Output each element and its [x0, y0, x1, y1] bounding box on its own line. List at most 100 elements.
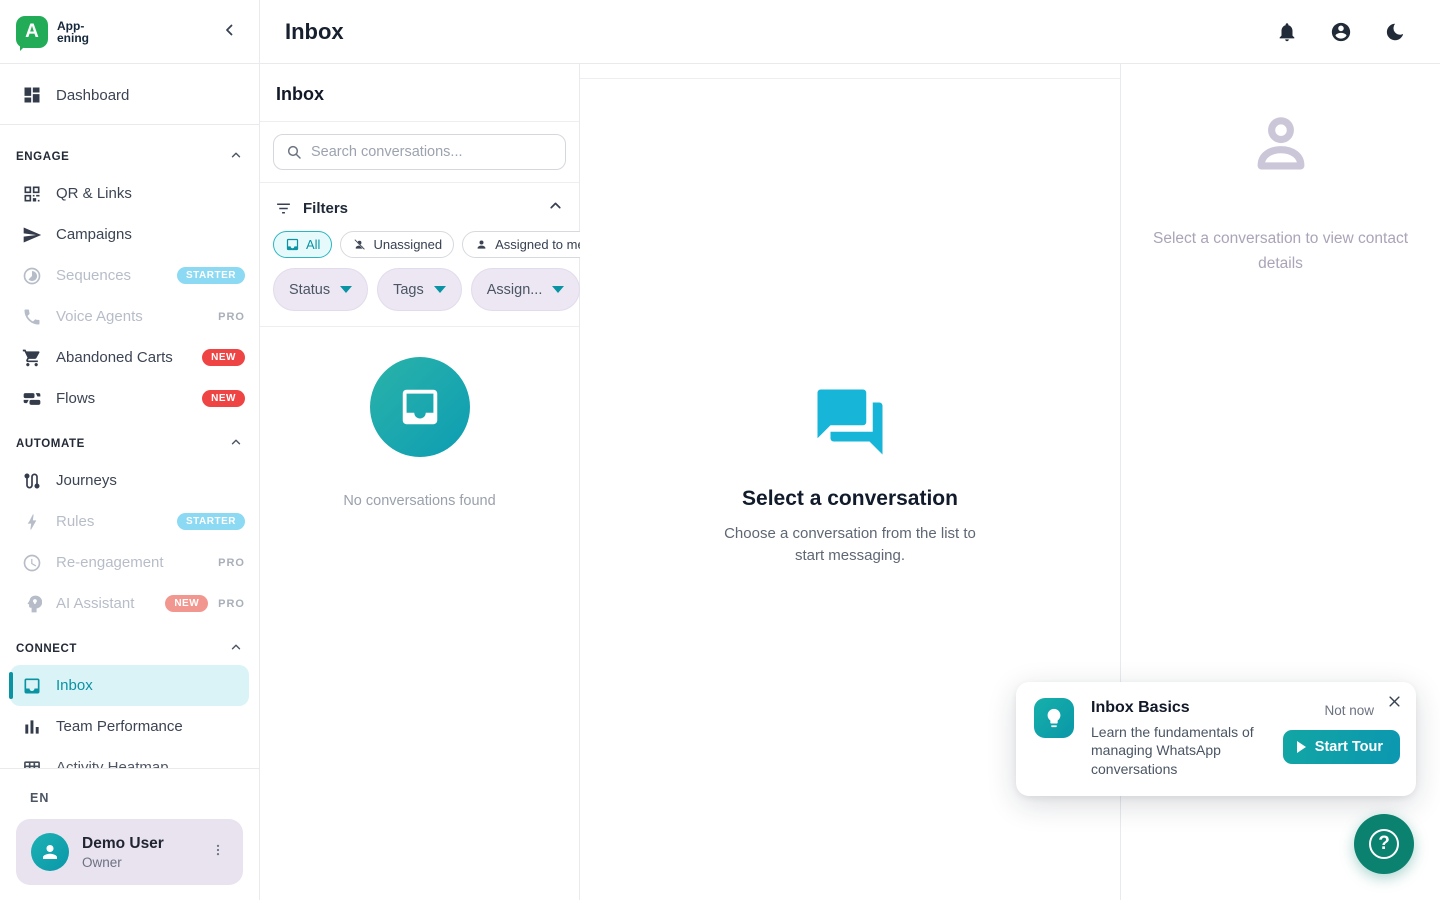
tags-dropdown[interactable]: Tags	[377, 268, 462, 311]
filter-chip-unassigned[interactable]: Unassigned	[340, 231, 454, 258]
sidebar-item-label: Sequences	[56, 267, 177, 284]
sidebar-item-dashboard[interactable]: Dashboard	[0, 73, 259, 117]
sidebar-item-ai-assistant[interactable]: AI Assistant NEW PRO	[0, 583, 259, 624]
sidebar-item-abandoned-carts[interactable]: Abandoned Carts NEW	[0, 337, 259, 378]
person-icon	[38, 840, 62, 864]
chip-label: All	[306, 237, 320, 252]
sidebar-nav: Dashboard ENGAGE QR & Links Campaigns	[0, 64, 259, 768]
help-button[interactable]: ?	[1354, 814, 1414, 874]
onboarding-toast: Inbox Basics Learn the fundamentals of m…	[1016, 682, 1416, 796]
new-badge: NEW	[202, 349, 245, 366]
lightning-icon	[22, 512, 42, 532]
chevron-up-icon	[229, 640, 243, 657]
sidebar-item-flows[interactable]: Flows NEW	[0, 378, 259, 419]
caret-down-icon	[552, 286, 564, 293]
pro-label: PRO	[218, 598, 245, 610]
sidebar-item-inbox[interactable]: Inbox	[10, 665, 249, 706]
brand-logo-icon: A	[16, 16, 48, 48]
question-mark-icon: ?	[1369, 829, 1399, 859]
user-menu-dots-icon[interactable]	[203, 838, 233, 867]
chat-bubbles-icon	[811, 383, 889, 461]
dropdown-label: Tags	[393, 282, 424, 298]
bar-chart-icon	[22, 717, 42, 737]
section-title: AUTOMATE	[16, 438, 85, 450]
ai-assistant-icon	[22, 594, 42, 614]
starter-badge: STARTER	[177, 513, 245, 530]
user-card[interactable]: Demo User Owner	[16, 819, 243, 885]
inbox-icon	[22, 676, 42, 696]
sidebar-item-sequences[interactable]: Sequences STARTER	[0, 255, 259, 296]
sidebar-item-campaigns[interactable]: Campaigns	[0, 214, 259, 255]
sequences-icon	[22, 266, 42, 286]
sidebar-item-label: Team Performance	[56, 718, 245, 735]
flows-icon	[22, 389, 42, 409]
section-engage[interactable]: ENGAGE	[0, 132, 259, 173]
filters-section: Filters All Unassigned	[260, 183, 579, 327]
route-icon	[22, 471, 42, 491]
toast-body: Inbox Basics Learn the fundamentals of m…	[1091, 698, 1271, 778]
conversation-list-title: Inbox	[276, 84, 563, 105]
not-now-button[interactable]: Not now	[1324, 703, 1374, 718]
sidebar-item-journeys[interactable]: Journeys	[0, 460, 259, 501]
filter-chip-assigned-to-me[interactable]: Assigned to me	[462, 231, 597, 258]
phone-icon	[22, 307, 42, 327]
sidebar-item-rules[interactable]: Rules STARTER	[0, 501, 259, 542]
chat-toolbar-strip	[580, 64, 1120, 79]
filters-label: Filters	[303, 200, 348, 217]
status-dropdown[interactable]: Status	[273, 268, 368, 311]
filter-chip-all[interactable]: All	[273, 231, 332, 258]
dropdown-label: Assign...	[487, 282, 543, 298]
conversation-list-empty-state: No conversations found	[260, 327, 579, 509]
sidebar-item-activity-heatmap[interactable]: Activity Heatmap	[0, 747, 259, 768]
filters-header[interactable]: Filters	[273, 193, 566, 231]
sidebar-collapse-button[interactable]	[217, 17, 243, 46]
caret-down-icon	[340, 286, 352, 293]
new-badge: NEW	[202, 390, 245, 407]
sidebar-item-team-performance[interactable]: Team Performance	[0, 706, 259, 747]
account-circle-icon[interactable]	[1330, 21, 1352, 43]
sidebar-item-qr-links[interactable]: QR & Links	[0, 173, 259, 214]
sidebar-item-voice-agents[interactable]: Voice Agents PRO	[0, 296, 259, 337]
chat-empty-subtitle: Choose a conversation from the list to s…	[715, 523, 985, 567]
sidebar-item-label: Abandoned Carts	[56, 349, 202, 366]
start-tour-button[interactable]: Start Tour	[1283, 730, 1400, 764]
sidebar-item-reengagement[interactable]: Re-engagement PRO	[0, 542, 259, 583]
starter-badge: STARTER	[177, 267, 245, 284]
sidebar-item-label: Rules	[56, 513, 177, 530]
person-icon	[474, 237, 489, 252]
brand-name-line2: ening	[57, 32, 89, 44]
chip-label: Assigned to me	[495, 237, 585, 252]
toast-actions: Not now Start Tour	[1283, 698, 1400, 778]
play-icon	[1297, 741, 1306, 753]
filter-icon	[275, 200, 292, 217]
dropdown-label: Status	[289, 282, 330, 298]
section-title: CONNECT	[16, 643, 77, 655]
search-input[interactable]	[311, 144, 553, 160]
topbar: Inbox	[260, 0, 1440, 64]
topbar-icons	[1276, 21, 1406, 43]
sidebar-item-label: Activity Heatmap	[56, 759, 245, 768]
section-automate[interactable]: AUTOMATE	[0, 419, 259, 460]
dark-mode-moon-icon[interactable]	[1384, 21, 1406, 43]
search-icon	[286, 144, 302, 160]
pro-label: PRO	[218, 557, 245, 569]
language-selector[interactable]: EN	[16, 787, 243, 819]
sidebar-item-label: Journeys	[56, 472, 245, 489]
notifications-bell-icon[interactable]	[1276, 21, 1298, 43]
chip-label: Unassigned	[373, 237, 442, 252]
send-icon	[22, 225, 42, 245]
user-meta: Demo User Owner	[82, 835, 203, 870]
close-icon[interactable]	[1387, 694, 1402, 712]
user-role: Owner	[82, 855, 203, 870]
sidebar-item-label: Flows	[56, 390, 202, 407]
assignee-dropdown[interactable]: Assign...	[471, 268, 581, 311]
empty-inbox-circle	[370, 357, 470, 457]
section-title: ENGAGE	[16, 151, 69, 163]
chevron-up-icon[interactable]	[547, 197, 564, 219]
sidebar-item-label: Dashboard	[56, 87, 245, 104]
search-box[interactable]	[273, 134, 566, 170]
brand-name: App- ening	[57, 20, 89, 44]
user-name: Demo User	[82, 835, 203, 853]
section-connect[interactable]: CONNECT	[0, 624, 259, 665]
chevron-up-icon	[229, 148, 243, 165]
